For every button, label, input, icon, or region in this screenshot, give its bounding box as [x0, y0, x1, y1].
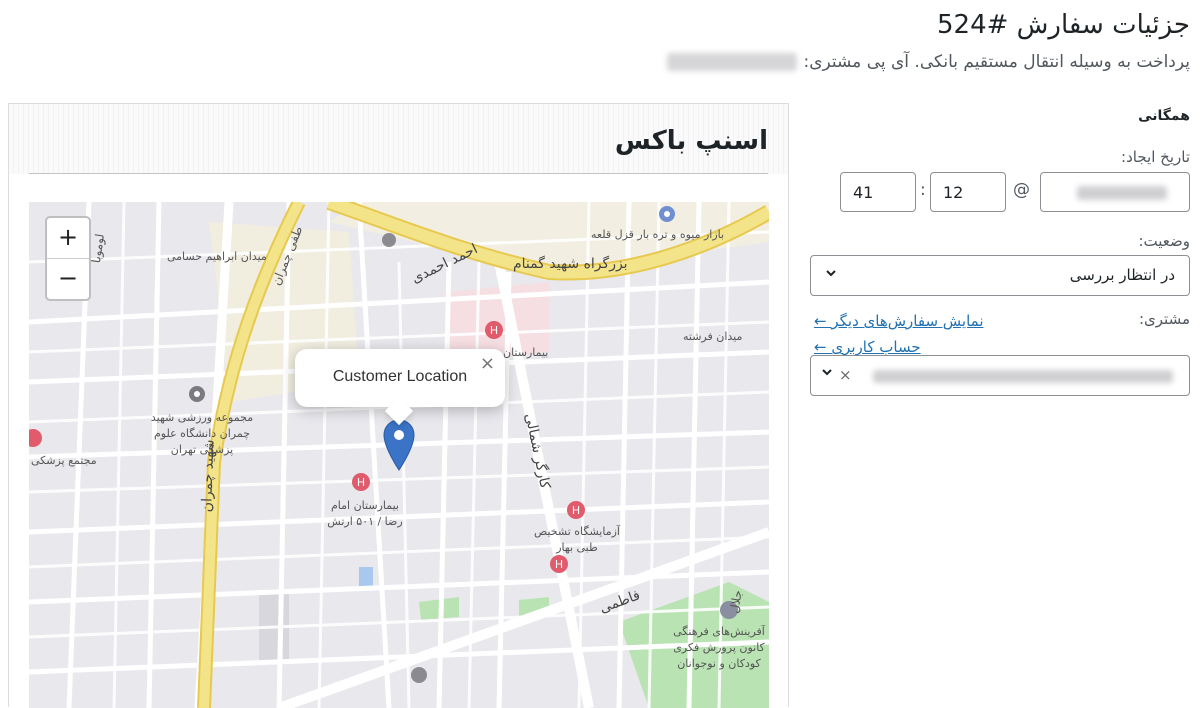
map-label: بیمارستان امام رضا / ۵۰۱ ارتش [327, 499, 403, 528]
at-sign: @ [1013, 180, 1030, 200]
date-created-label: تاریخ ایجاد: [1121, 148, 1190, 166]
map-label: بازار میوه و تره بار قزل قلعه [591, 228, 725, 241]
map-label: مجموعه ورزشی شهید چمران دانشگاه علوم پزش… [150, 411, 254, 456]
map-label: بیمارستان [503, 346, 549, 359]
map-label: آفرینش‌های فرهنگی کانون پرورش فکری کودکا… [673, 625, 765, 670]
map-label: میدان ابراهیم حسامی [167, 250, 267, 263]
svg-text:H: H [572, 504, 580, 517]
panel-title: اسنپ باکس [614, 126, 768, 156]
general-heading: همگانی [1138, 108, 1190, 124]
general-section: همگانی تاریخ ایجاد: @ 12 : 41 وضعیت: در … [810, 108, 1190, 408]
customer-ip-redacted [667, 53, 798, 71]
location-pin-icon[interactable] [382, 418, 416, 472]
view-other-orders-link[interactable]: نمایش سفارش‌های دیگر ← [814, 308, 1024, 334]
map-label: بزرگراه شهید گمنام [513, 256, 628, 272]
map-label: میدان فرشته [683, 330, 743, 343]
close-icon[interactable]: × [480, 353, 495, 374]
divider [29, 173, 768, 174]
payment-info-text: پرداخت به وسیله انتقال مستقیم بانکی. آی … [803, 52, 1190, 72]
page-title: جزئیات سفارش #524 [936, 10, 1190, 40]
customer-links: نمایش سفارش‌های دیگر ← حساب کاربری ← [814, 308, 1024, 360]
hour-input[interactable]: 12 [930, 172, 1006, 212]
svg-text:H: H [357, 476, 365, 489]
map-label: آزمایشگاه تشخیص طبی بهار [534, 525, 620, 554]
svg-text:H: H [490, 324, 498, 337]
customer-select[interactable]: × [810, 355, 1190, 396]
snappbox-panel: اسنپ باکس H H H H بزرگراه شهید گمنام کار… [8, 103, 789, 708]
zoom-in-button[interactable]: + [47, 218, 89, 259]
time-separator: : [920, 180, 926, 200]
popup-text: Customer Location [332, 368, 468, 385]
payment-info: پرداخت به وسیله انتقال مستقیم بانکی. آی … [667, 52, 1190, 72]
customer-value-redacted [873, 370, 1173, 383]
map-label: مجتمع پزشکی [31, 454, 97, 467]
date-created-input[interactable] [1040, 172, 1190, 212]
clear-icon[interactable]: × [839, 366, 852, 384]
customer-label: مشتری: [1138, 310, 1190, 328]
chevron-down-icon [821, 366, 833, 382]
map-popup: Customer Location × [295, 349, 505, 426]
minute-input[interactable]: 41 [840, 172, 916, 212]
status-label: وضعیت: [1138, 232, 1190, 250]
date-value-redacted [1077, 186, 1167, 200]
zoom-out-button[interactable]: − [47, 259, 89, 299]
zoom-control: + − [45, 216, 91, 301]
status-value: در انتظار بررسی [1069, 266, 1175, 284]
status-select[interactable]: در انتظار بررسی [810, 255, 1190, 296]
chevron-down-icon [825, 267, 837, 283]
svg-text:H: H [555, 558, 563, 571]
map[interactable]: H H H H بزرگراه شهید گمنام کارگر شمالی ش… [29, 202, 769, 708]
